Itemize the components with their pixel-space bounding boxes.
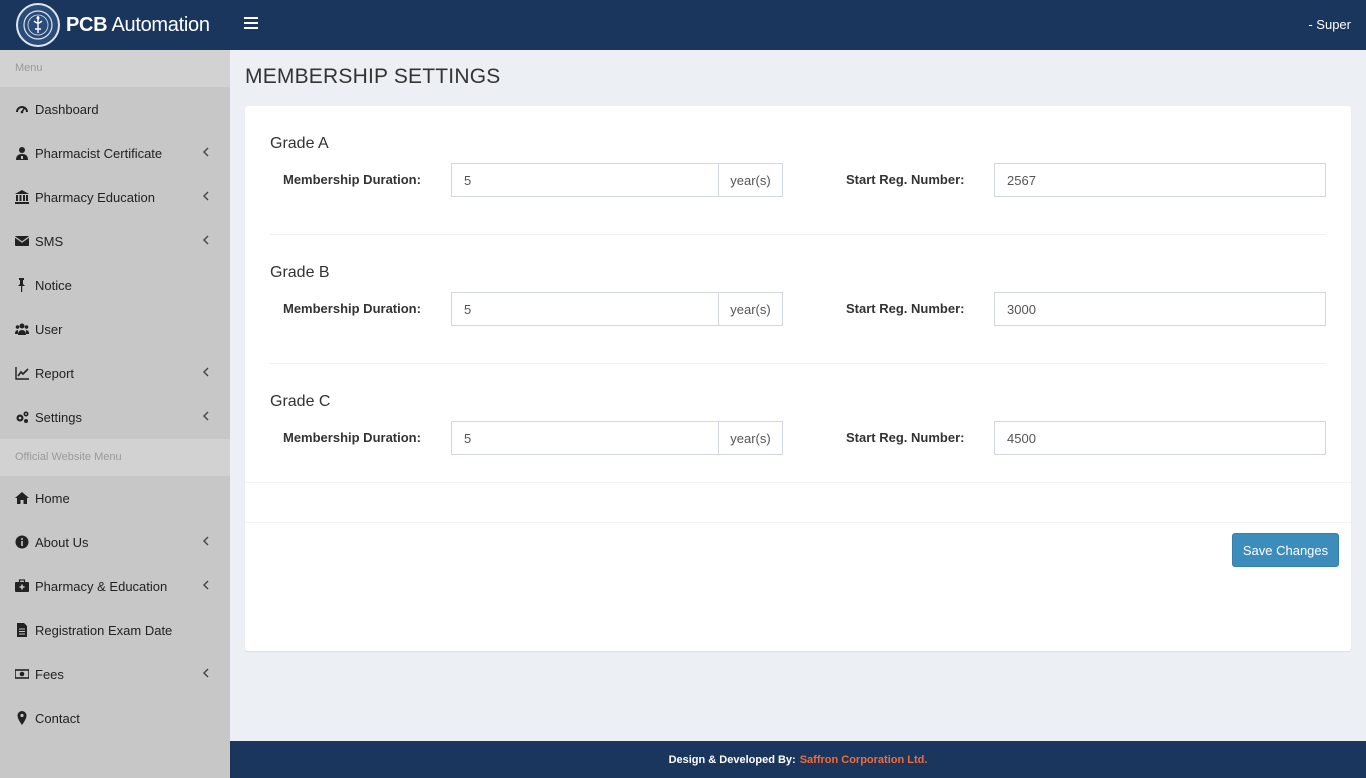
sidebar-item-user[interactable]: User: [0, 307, 230, 351]
envelope-icon: [15, 234, 31, 248]
sidebar-item-report[interactable]: Report: [0, 351, 230, 395]
sidebar-item-label: Fees: [35, 666, 64, 682]
grade-b-start-reg-input[interactable]: [994, 292, 1326, 326]
grade-row: Membership Duration: year(s) Start Reg. …: [270, 421, 1326, 455]
grade-row: Membership Duration: year(s) Start Reg. …: [270, 163, 1326, 197]
grade-a-start-reg-input[interactable]: [994, 163, 1326, 197]
grade-row: Membership Duration: year(s) Start Reg. …: [270, 292, 1326, 326]
chevron-left-icon: [202, 579, 210, 591]
map-marker-icon: [15, 711, 31, 725]
sidebar-item-pharmacy-and-education[interactable]: Pharmacy & Education: [0, 564, 230, 608]
membership-duration-label: Membership Duration:: [283, 430, 421, 445]
sidebar-item-label: About Us: [35, 534, 89, 550]
info-circle-icon: [15, 535, 31, 549]
chevron-left-icon: [202, 410, 210, 422]
medkit-icon: [15, 579, 31, 593]
membership-duration-label: Membership Duration:: [283, 172, 421, 187]
chevron-left-icon: [202, 535, 210, 547]
top-navbar: PCB Automation - Super: [0, 0, 1366, 50]
grade-c-section: Grade C Membership Duration: year(s) Sta…: [270, 393, 1326, 455]
sidebar-item-dashboard[interactable]: Dashboard: [0, 87, 230, 131]
duration-unit-addon: year(s): [719, 421, 783, 455]
duration-unit-addon: year(s): [719, 292, 783, 326]
footer: Design & Developed By: Saffron Corporati…: [230, 741, 1366, 778]
start-reg-number-label: Start Reg. Number:: [846, 430, 965, 445]
duration-input-group: year(s): [451, 163, 783, 197]
brand[interactable]: PCB Automation: [0, 0, 230, 50]
chevron-left-icon: [202, 146, 210, 158]
sidebar-item-label: Report: [35, 365, 75, 381]
divider: [245, 482, 1351, 483]
duration-unit-addon: year(s): [719, 163, 783, 197]
grade-title: Grade B: [270, 264, 330, 281]
thumbtack-icon: [15, 278, 31, 292]
chevron-left-icon: [202, 366, 210, 378]
sidebar-item-home[interactable]: Home: [0, 476, 230, 520]
sidebar-item-registration-exam-date[interactable]: Registration Exam Date: [0, 608, 230, 652]
membership-duration-label: Membership Duration:: [283, 301, 421, 316]
grade-a-section: Grade A Membership Duration: year(s) Sta…: [270, 135, 1326, 197]
money-icon: [15, 667, 31, 681]
sidebar-item-label: Settings: [35, 409, 82, 425]
start-reg-number-label: Start Reg. Number:: [846, 172, 965, 187]
sidebar-item-about-us[interactable]: About Us: [0, 520, 230, 564]
save-changes-button[interactable]: Save Changes: [1232, 533, 1339, 567]
grade-b-section: Grade B Membership Duration: year(s) Sta…: [270, 264, 1326, 326]
sidebar-item-sms[interactable]: SMS: [0, 219, 230, 263]
brand-name: PCB Automation: [66, 13, 210, 36]
duration-input-group: year(s): [451, 421, 783, 455]
sidebar-item-label: Home: [35, 490, 70, 506]
page-title: MEMBERSHIP SETTINGS: [245, 65, 501, 88]
grade-title: Grade A: [270, 135, 329, 152]
line-chart-icon: [15, 366, 31, 380]
dashboard-icon: [15, 102, 31, 116]
user-md-icon: [15, 146, 31, 160]
sidebar-item-label: User: [35, 321, 63, 337]
sidebar-item-label: Dashboard: [35, 101, 99, 117]
sidebar-item-fees[interactable]: Fees: [0, 652, 230, 696]
menu-header: Menu: [0, 50, 230, 87]
sidebar-item-label: Pharmacy Education: [35, 189, 155, 205]
divider: [245, 522, 1351, 523]
grade-c-start-reg-input[interactable]: [994, 421, 1326, 455]
duration-input-group: year(s): [451, 292, 783, 326]
sidebar-toggle-button[interactable]: [244, 17, 258, 33]
footer-company-link[interactable]: Saffron Corporation Ltd.: [800, 754, 928, 766]
chevron-left-icon: [202, 234, 210, 246]
cogs-icon: [15, 410, 31, 424]
grade-title: Grade C: [270, 393, 331, 410]
users-icon: [15, 322, 31, 336]
council-logo-icon: [16, 3, 60, 47]
sidebar: Menu Dashboard Pharmacist Certificate Ph…: [0, 50, 230, 778]
sidebar-item-label: SMS: [35, 233, 64, 249]
chevron-left-icon: [202, 667, 210, 679]
sidebar-item-contact[interactable]: Contact: [0, 696, 230, 740]
user-menu[interactable]: - Super: [1308, 17, 1351, 32]
grade-a-duration-input[interactable]: [451, 163, 719, 197]
sidebar-item-label: Pharmacist Certificate: [35, 145, 163, 161]
chevron-left-icon: [202, 190, 210, 202]
sidebar-item-pharmacy-education[interactable]: Pharmacy Education: [0, 175, 230, 219]
sidebar-item-label: Registration Exam Date: [35, 622, 173, 638]
file-text-icon: [15, 623, 31, 637]
website-menu-header: Official Website Menu: [0, 439, 230, 476]
sidebar-item-pharmacist-certificate[interactable]: Pharmacist Certificate: [0, 131, 230, 175]
sidebar-item-settings[interactable]: Settings: [0, 395, 230, 439]
home-icon: [15, 491, 31, 505]
institution-icon: [15, 190, 31, 204]
sidebar-item-notice[interactable]: Notice: [0, 263, 230, 307]
sidebar-item-label: Notice: [35, 277, 72, 293]
membership-settings-card: Grade A Membership Duration: year(s) Sta…: [245, 106, 1351, 651]
grade-b-duration-input[interactable]: [451, 292, 719, 326]
divider: [270, 363, 1326, 364]
sidebar-item-label: Contact: [35, 710, 80, 726]
sidebar-item-label: Pharmacy & Education: [35, 578, 168, 594]
footer-credit: Design & Developed By:: [668, 753, 796, 766]
start-reg-number-label: Start Reg. Number:: [846, 301, 965, 316]
divider: [270, 234, 1326, 235]
grade-c-duration-input[interactable]: [451, 421, 719, 455]
